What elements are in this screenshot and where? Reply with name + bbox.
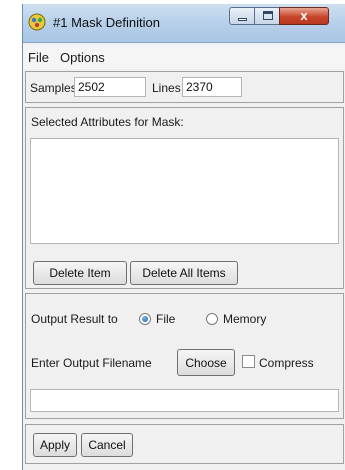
compress-label[interactable]: Compress <box>259 356 314 370</box>
delete-item-button[interactable]: Delete Item <box>33 261 127 285</box>
samples-label: Samples <box>30 81 77 95</box>
minimize-icon <box>238 18 247 21</box>
output-result-label: Output Result to <box>31 312 118 326</box>
window-title: #1 Mask Definition <box>53 15 160 30</box>
apply-button[interactable]: Apply <box>33 433 77 457</box>
attributes-panel: Selected Attributes for Mask: Delete Ite… <box>25 107 344 289</box>
cancel-button[interactable]: Cancel <box>81 433 133 457</box>
menu-file[interactable]: File <box>28 50 49 65</box>
delete-all-items-button[interactable]: Delete All Items <box>130 261 238 285</box>
output-panel: Output Result to File Memory Enter Outpu… <box>25 293 344 419</box>
title-bar[interactable]: #1 Mask Definition x <box>23 4 345 43</box>
maximize-button[interactable] <box>254 7 280 25</box>
close-icon: x <box>300 8 308 23</box>
lines-label: Lines <box>152 81 181 95</box>
choose-button[interactable]: Choose <box>177 349 235 376</box>
menu-bar: File Options <box>23 45 345 69</box>
minimize-button[interactable] <box>229 7 255 25</box>
output-file-radio[interactable] <box>139 313 151 325</box>
attributes-list[interactable] <box>30 138 339 244</box>
output-filename-field[interactable] <box>30 389 339 412</box>
compress-checkbox[interactable] <box>242 355 255 368</box>
app-icon <box>28 13 46 31</box>
mask-definition-window: #1 Mask Definition x File Options Sample… <box>22 4 345 470</box>
dimensions-panel: Samples Lines <box>25 71 344 103</box>
samples-field[interactable] <box>74 77 146 97</box>
close-button[interactable]: x <box>279 7 329 25</box>
attributes-title: Selected Attributes for Mask: <box>31 115 184 129</box>
radio-selected-dot <box>142 316 148 322</box>
output-file-label[interactable]: File <box>156 312 175 326</box>
output-memory-radio[interactable] <box>206 313 218 325</box>
menu-options[interactable]: Options <box>60 50 105 65</box>
output-filename-label: Enter Output Filename <box>31 356 152 370</box>
maximize-icon <box>263 11 273 20</box>
lines-field[interactable] <box>182 77 242 97</box>
output-memory-label[interactable]: Memory <box>223 312 266 326</box>
footer-panel: Apply Cancel <box>25 424 344 464</box>
